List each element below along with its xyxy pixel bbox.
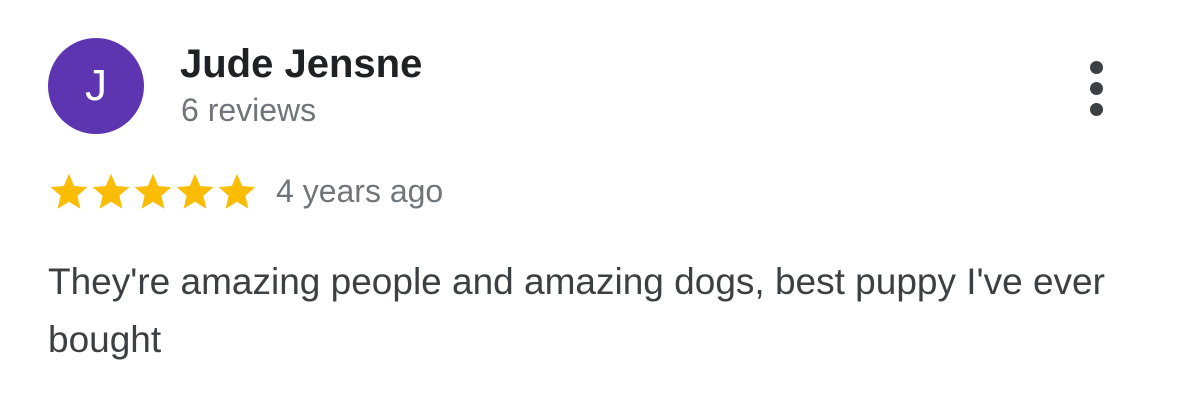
star-icon <box>92 173 130 209</box>
more-icon-dot <box>1089 60 1103 74</box>
reviewer-name[interactable]: Jude Jensne <box>180 40 422 88</box>
more-icon-dot <box>1089 102 1103 116</box>
review-date: 4 years ago <box>276 173 444 209</box>
star-rating <box>48 171 258 213</box>
review-text: They're amazing people and amazing dogs,… <box>48 261 1105 360</box>
star-icon <box>50 173 88 209</box>
more-options-button[interactable] <box>1071 56 1121 120</box>
more-icon-dot <box>1089 81 1103 95</box>
star-icon <box>218 173 256 209</box>
star-icon <box>176 173 214 209</box>
more-vert-icon <box>1089 60 1103 116</box>
review-count: 6 reviews <box>181 92 317 128</box>
avatar-letter: J <box>85 61 107 110</box>
reviewer-avatar[interactable]: J <box>48 38 144 134</box>
star-icon <box>134 173 172 209</box>
review-card: J Jude Jensne 6 reviews 4 years ago They… <box>0 0 1179 405</box>
